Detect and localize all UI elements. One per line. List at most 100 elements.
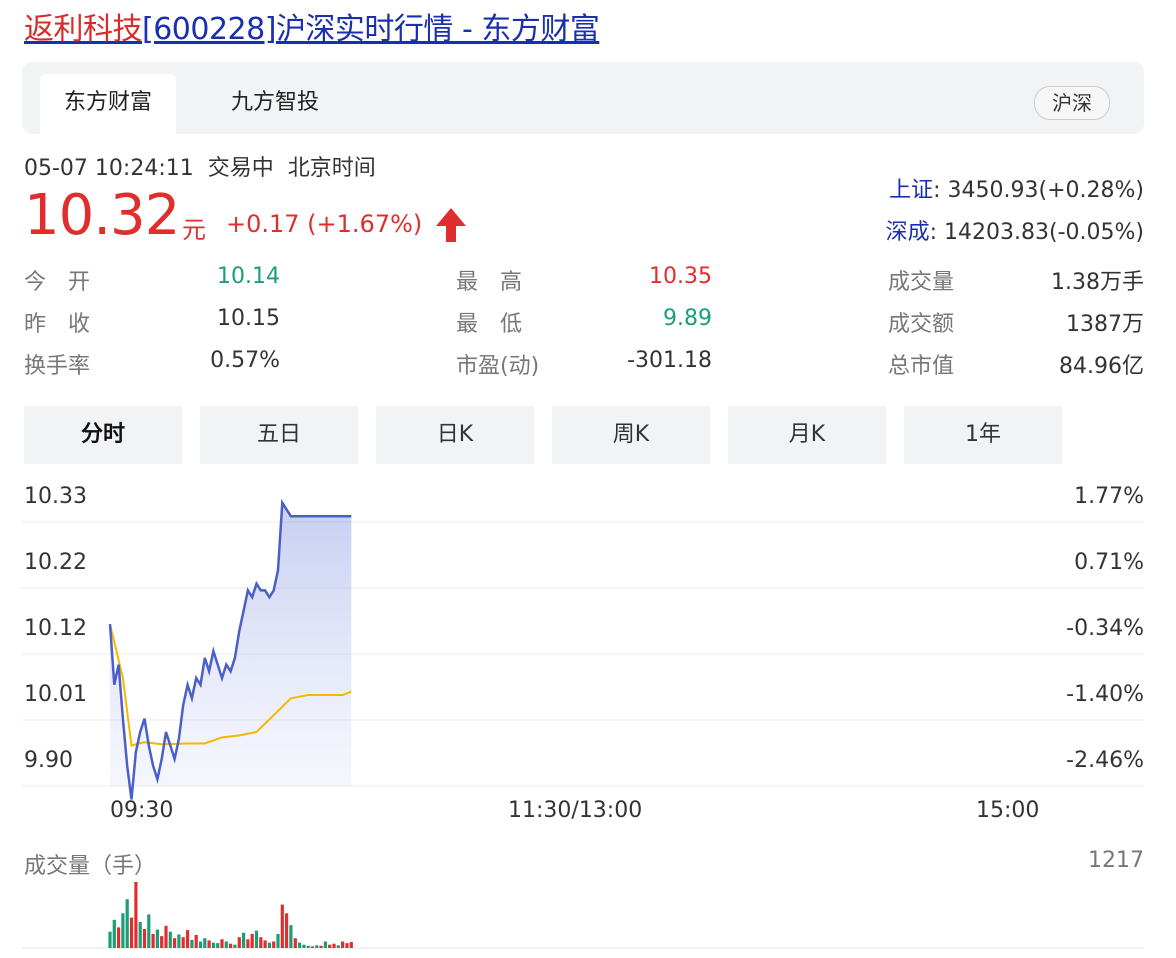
volume-bar [323, 941, 327, 948]
volume-bar [125, 899, 129, 948]
volume-bar [155, 929, 159, 948]
volume-bar [134, 882, 138, 948]
x-tick-midday: 11:30/13:00 [508, 798, 643, 823]
stat-label-turnover: 换手率 [24, 354, 91, 379]
intraday-chart[interactable] [0, 470, 1176, 800]
volume-bar [272, 941, 276, 948]
volume-bar [328, 944, 332, 948]
volume-bar [198, 941, 203, 948]
volume-bar [224, 941, 228, 948]
stat-value-market-cap: 84.96亿 [1059, 354, 1144, 379]
stat-label-market-cap: 总市值 [888, 354, 955, 379]
volume-bar [293, 938, 297, 948]
volume-bar [142, 929, 147, 948]
period-button-1year[interactable]: 1年 [904, 406, 1062, 464]
title-suffix: 沪深实时行情 - 东方财富 [275, 12, 600, 47]
stat-value-volume: 1.38万手 [1051, 270, 1144, 295]
volume-bar [336, 945, 340, 948]
up-arrow-icon [436, 208, 466, 242]
volume-bar [211, 942, 215, 948]
volume-bar [280, 904, 284, 948]
x-tick-close: 15:00 [976, 798, 1040, 823]
volume-bar [168, 931, 172, 948]
volume-bar [319, 945, 323, 948]
trade-status-line: 05-07 10:24:11 交易中 北京时间 [24, 150, 390, 182]
volume-label: 成交量（手） [24, 854, 157, 879]
stat-value-prev-close: 10.15 [217, 306, 280, 331]
volume-bar [164, 925, 168, 948]
stat-value-turnover: 0.57% [210, 348, 280, 373]
volume-bar [203, 938, 207, 948]
index-name: 上证 [889, 178, 934, 203]
stat-value-high: 10.35 [649, 264, 712, 289]
volume-bar [181, 937, 185, 948]
volume-bar [216, 943, 220, 948]
volume-bar [194, 935, 198, 948]
stat-label-volume: 成交量 [888, 270, 955, 295]
stat-label-low: 最 低 [456, 312, 523, 337]
volume-bar [173, 938, 177, 948]
index-value: : 3450.93(+0.28%) [933, 178, 1144, 203]
tab-eastmoney[interactable]: 东方财富 [40, 74, 176, 134]
volume-bar [147, 914, 151, 948]
volume-bar [276, 933, 280, 948]
period-button-intraday[interactable]: 分时 [24, 406, 182, 464]
currency-unit: 元 [182, 216, 206, 244]
volume-bar [349, 942, 353, 948]
period-button-weekly[interactable]: 周K [552, 406, 710, 464]
volume-bar [138, 922, 142, 948]
quote-datetime: 05-07 10:24:11 [24, 156, 194, 181]
stat-label-open: 今 开 [24, 270, 91, 295]
period-button-5day[interactable]: 五日 [200, 406, 358, 464]
volume-bar [250, 933, 254, 948]
volume-max-label: 1217 [1088, 848, 1144, 873]
stat-value-open: 10.14 [217, 264, 280, 289]
x-tick-open: 09:30 [110, 798, 174, 823]
volume-bar [177, 934, 181, 948]
index-row-sh[interactable]: 上证: 3450.93(+0.28%) [889, 172, 1144, 204]
volume-bar [332, 943, 336, 948]
stat-value-pe: -301.18 [627, 348, 712, 373]
volume-bar [263, 940, 267, 948]
period-button-monthly[interactable]: 月K [728, 406, 886, 464]
volume-bar [237, 937, 241, 948]
stat-value-low: 9.89 [663, 306, 712, 331]
volume-bar [190, 939, 194, 948]
source-tab-bar [22, 62, 1144, 134]
index-value: : 14203.83(-0.05%) [929, 220, 1144, 245]
price-change: +0.17 (+1.67%) [226, 210, 423, 238]
volume-bar [315, 945, 319, 948]
volume-bar [220, 939, 224, 948]
volume-bar [233, 944, 237, 948]
volume-bar [129, 917, 134, 948]
volume-chart[interactable] [0, 880, 1176, 950]
volume-bar [229, 943, 233, 948]
period-button-daily[interactable]: 日K [376, 406, 534, 464]
volume-bar [117, 927, 121, 948]
volume-bar [285, 913, 289, 948]
volume-bar [151, 933, 155, 948]
market-badge[interactable]: 沪深 [1034, 86, 1110, 120]
volume-bar [112, 919, 116, 948]
volume-bar [242, 932, 246, 948]
volume-bar [207, 940, 211, 948]
stat-label-high: 最 高 [456, 270, 523, 295]
volume-bar [310, 946, 315, 948]
index-row-sz[interactable]: 深成: 14203.83(-0.05%) [886, 214, 1144, 246]
tab-jiufang[interactable]: 九方智投 [200, 74, 350, 134]
volume-bar [254, 930, 259, 948]
timezone-label: 北京时间 [287, 156, 376, 181]
stat-label-prev-close: 昨 收 [24, 312, 91, 337]
volume-bar [121, 913, 125, 948]
page-title-link[interactable]: 返利科技[600228]沪深实时行情 - 东方财富 [24, 4, 600, 48]
stat-label-amount: 成交额 [888, 312, 955, 337]
volume-bar [267, 942, 271, 948]
index-name: 深成 [885, 220, 930, 245]
stock-code: [600228] [142, 12, 276, 47]
volume-bar [341, 941, 345, 948]
stat-label-pe: 市盈(动) [456, 354, 540, 379]
stock-name: 返利科技 [24, 12, 143, 47]
current-price: 10.32 [24, 183, 180, 248]
volume-bar [289, 925, 293, 948]
volume-bar [306, 945, 310, 948]
